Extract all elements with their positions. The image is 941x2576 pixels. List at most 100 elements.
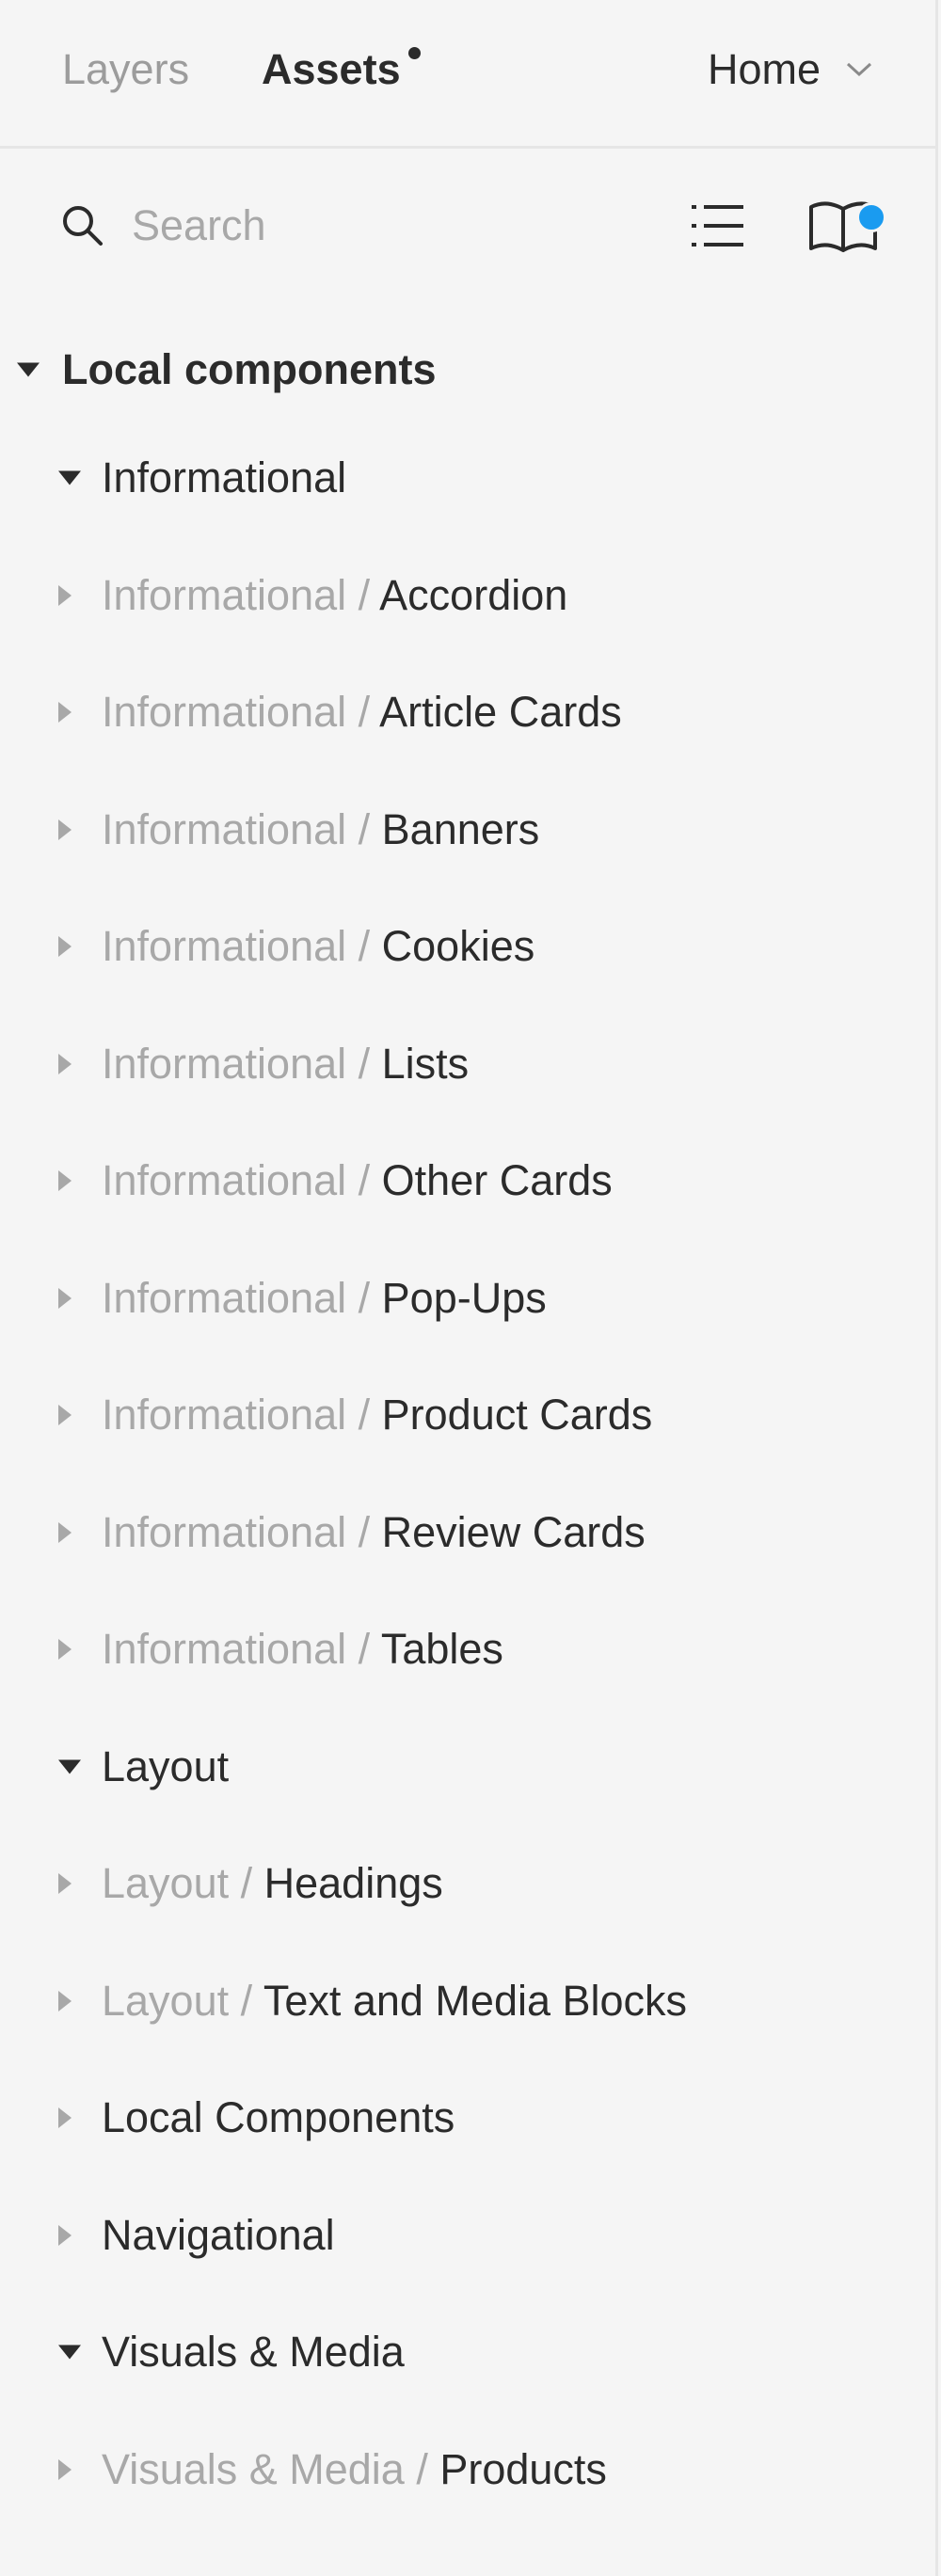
- caret-right-icon[interactable]: [58, 2224, 72, 2246]
- caret-right-icon[interactable]: [58, 1639, 72, 1661]
- tree-row-label: Layout: [102, 1742, 229, 1791]
- tree-row-label: Informational / Other Cards: [102, 1156, 613, 1205]
- tree-item[interactable]: Informational / Other Cards: [0, 1122, 935, 1240]
- path-prefix: Informational /: [102, 1039, 382, 1088]
- path-prefix: Informational /: [102, 804, 382, 853]
- caret-down-icon[interactable]: [58, 2345, 81, 2360]
- component-name: Cookies: [381, 922, 535, 971]
- caret-right-icon[interactable]: [58, 1053, 72, 1074]
- tree-row-label: Informational / Lists: [102, 1040, 469, 1089]
- tree-row-label: Informational / Tables: [102, 1625, 503, 1674]
- tree-row-label: Informational / Accordion: [102, 571, 567, 620]
- path-prefix: Layout /: [102, 1976, 263, 2025]
- assets-panel: Layers Assets Home Local components Info…: [0, 0, 938, 2576]
- caret-right-icon[interactable]: [58, 702, 72, 724]
- component-name: Accordion: [379, 570, 568, 619]
- tree-group[interactable]: Local Components: [0, 2059, 935, 2177]
- path-prefix: Informational /: [102, 570, 380, 619]
- caret-right-icon[interactable]: [58, 819, 72, 840]
- page-select-label: Home: [708, 45, 821, 93]
- component-name: Banners: [381, 804, 540, 853]
- search-icon: [63, 206, 103, 246]
- tree-item[interactable]: Layout / Headings: [0, 1825, 935, 1943]
- panel-header: Layers Assets Home: [0, 0, 935, 149]
- path-prefix: Informational /: [102, 1625, 381, 1674]
- caret-down-icon: [17, 362, 40, 377]
- tree-row-label: Informational / Review Cards: [102, 1508, 646, 1557]
- tab-assets[interactable]: Assets: [262, 41, 401, 98]
- caret-right-icon[interactable]: [58, 1990, 72, 2012]
- component-name: Headings: [263, 1859, 443, 1908]
- path-prefix: Informational /: [102, 1391, 382, 1439]
- tree-row-label: Informational / Pop-Ups: [102, 1274, 547, 1323]
- caret-down-icon[interactable]: [58, 1759, 81, 1774]
- tab-layers[interactable]: Layers: [62, 41, 189, 98]
- tree-item[interactable]: Informational / Tables: [0, 1591, 935, 1709]
- tree-row-label: Layout / Headings: [102, 1859, 443, 1908]
- component-name: Text and Media Blocks: [263, 1976, 688, 2025]
- caret-right-icon[interactable]: [58, 584, 72, 606]
- page-select[interactable]: Home: [708, 41, 872, 98]
- path-prefix: Informational /: [102, 922, 382, 971]
- component-name: Visuals & Media: [102, 2328, 405, 2377]
- tree-group[interactable]: Visuals & Media: [0, 2294, 935, 2411]
- path-prefix: Informational /: [102, 1156, 382, 1205]
- tree-item[interactable]: Informational / Pop-Ups: [0, 1240, 935, 1358]
- path-prefix: Layout /: [102, 1859, 264, 1908]
- caret-right-icon[interactable]: [58, 1873, 72, 1895]
- caret-right-icon[interactable]: [58, 1521, 72, 1543]
- tree-row-label: Informational / Article Cards: [102, 688, 622, 737]
- caret-right-icon[interactable]: [58, 2458, 72, 2480]
- tree-item[interactable]: Informational / Banners: [0, 771, 935, 889]
- tree-row-label: Visuals & Media: [102, 2328, 405, 2377]
- component-name: Informational: [102, 453, 347, 502]
- component-name: Local Components: [102, 2093, 455, 2142]
- tree-row-label: Visuals & Media / Products: [102, 2445, 607, 2494]
- tree-item[interactable]: Informational / Review Cards: [0, 1474, 935, 1592]
- caret-down-icon[interactable]: [58, 470, 81, 485]
- component-name: Pop-Ups: [381, 1273, 547, 1322]
- component-name: Other Cards: [381, 1156, 613, 1205]
- component-name: Navigational: [102, 2210, 335, 2259]
- tree-group[interactable]: Navigational: [0, 2177, 935, 2295]
- component-name: Review Cards: [381, 1507, 646, 1556]
- search-input[interactable]: [132, 193, 640, 259]
- section-local-components[interactable]: Local components: [0, 320, 935, 420]
- component-name: Layout: [102, 1741, 230, 1790]
- caret-right-icon[interactable]: [58, 2107, 72, 2129]
- component-name: Lists: [381, 1039, 470, 1088]
- component-name: Article Cards: [379, 688, 622, 737]
- tree-row-label: Informational / Banners: [102, 805, 539, 854]
- component-name: Tables: [380, 1625, 503, 1674]
- tree-row-label: Informational / Cookies: [102, 922, 534, 971]
- list-view-icon[interactable]: [689, 199, 747, 252]
- caret-right-icon[interactable]: [58, 936, 72, 958]
- tree-item[interactable]: Informational / Lists: [0, 1006, 935, 1123]
- tree-item[interactable]: Visuals & Media / Products: [0, 2411, 935, 2529]
- caret-right-icon[interactable]: [58, 1405, 72, 1426]
- tree-item[interactable]: Informational / Accordion: [0, 537, 935, 655]
- tree-group[interactable]: Layout: [0, 1709, 935, 1826]
- section-label: Local components: [62, 345, 437, 393]
- assets-update-dot: [408, 47, 421, 59]
- tree-row-label: Navigational: [102, 2211, 335, 2260]
- component-name: Products: [439, 2444, 607, 2493]
- chevron-down-icon: [846, 62, 872, 77]
- tree-item[interactable]: Informational / Cookies: [0, 888, 935, 1006]
- tree-row-label: Informational / Product Cards: [102, 1391, 652, 1439]
- library-notification-dot: [856, 202, 886, 232]
- path-prefix: Informational /: [102, 1507, 382, 1556]
- path-prefix: Visuals & Media /: [102, 2444, 440, 2493]
- caret-right-icon[interactable]: [58, 1287, 72, 1309]
- tree-row-label: Informational: [102, 453, 346, 502]
- tree-group[interactable]: Informational: [0, 420, 935, 537]
- tree-item[interactable]: Informational / Product Cards: [0, 1357, 935, 1474]
- component-name: Product Cards: [381, 1391, 653, 1439]
- tree-row-label: Layout / Text and Media Blocks: [102, 1977, 687, 2026]
- caret-right-icon[interactable]: [58, 1170, 72, 1192]
- tree-row-label: Local Components: [102, 2093, 455, 2142]
- tree-item[interactable]: Layout / Text and Media Blocks: [0, 1943, 935, 2060]
- path-prefix: Informational /: [102, 1273, 382, 1322]
- tree-item[interactable]: Informational / Article Cards: [0, 654, 935, 771]
- path-prefix: Informational /: [102, 688, 380, 737]
